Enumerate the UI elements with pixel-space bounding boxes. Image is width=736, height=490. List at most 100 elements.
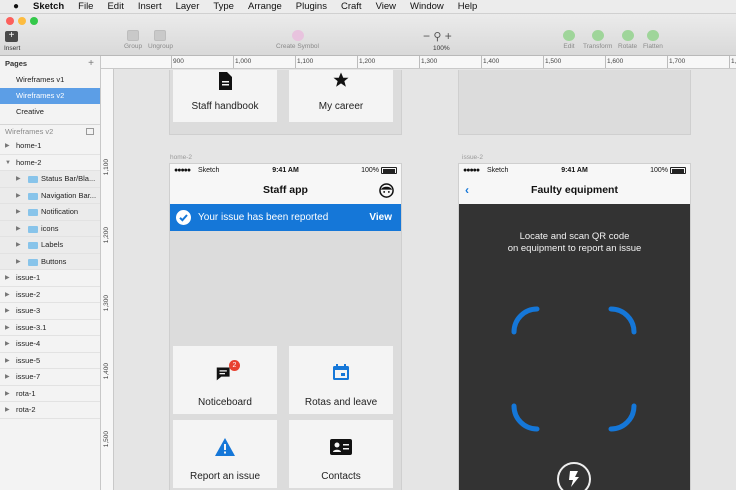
layer-item[interactable]: ▶ issue-4 — [0, 336, 100, 353]
banner-view-button[interactable]: View — [369, 204, 392, 231]
layer-item[interactable]: ▶ Status Bar/Bla... — [0, 171, 100, 188]
disclosure-right-icon[interactable]: ▶ — [16, 221, 21, 237]
layer-label: issue-3.1 — [16, 322, 47, 332]
layer-item[interactable]: ▶ issue-1 — [0, 270, 100, 287]
close-window-icon[interactable] — [6, 17, 14, 25]
disclosure-down-icon[interactable]: ▼ — [5, 155, 11, 171]
page-item-wireframes-v1[interactable]: Wireframes v1 — [0, 72, 100, 88]
artboard-issue-2[interactable]: ●●●●● Sketch 9:41 AM 100% ‹ Faulty equip… — [459, 164, 690, 490]
create-symbol-button[interactable]: Create Symbol — [276, 30, 319, 50]
canvas[interactable]: Staff handbook My career home-2 ●●●●● Sk… — [114, 70, 736, 490]
disclosure-right-icon[interactable]: ▶ — [5, 386, 10, 402]
ungroup-button[interactable]: Ungroup — [148, 30, 173, 50]
rotate-button[interactable]: Rotate — [618, 30, 637, 50]
zoom-control[interactable]: − ⚲ + — [423, 29, 452, 43]
ruler-tick — [419, 56, 420, 68]
instruction-line-1: Locate and scan QR code — [519, 231, 630, 242]
tile-noticeboard[interactable]: 2 Noticeboard — [173, 346, 277, 414]
minimize-window-icon[interactable] — [18, 17, 26, 25]
menu-craft[interactable]: Craft — [341, 1, 362, 12]
disclosure-right-icon[interactable]: ▶ — [16, 204, 21, 220]
ruler-tick — [357, 56, 358, 68]
layer-item[interactable]: ▶ issue-7 — [0, 369, 100, 386]
disclosure-right-icon[interactable]: ▶ — [5, 138, 10, 154]
layer-item[interactable]: ▶ icons — [0, 220, 100, 237]
menu-type[interactable]: Type — [213, 1, 234, 12]
layer-item[interactable]: ▶ Labels — [0, 237, 100, 254]
folder-icon — [28, 176, 38, 183]
menu-plugins[interactable]: Plugins — [296, 1, 327, 12]
disclosure-right-icon[interactable]: ▶ — [5, 353, 10, 369]
disclosure-right-icon[interactable]: ▶ — [16, 171, 21, 187]
tile-my-career[interactable]: My career — [289, 70, 393, 122]
layer-item[interactable]: ▶ home-1 — [0, 138, 100, 155]
disclosure-right-icon[interactable]: ▶ — [5, 270, 10, 286]
tile-rotas-and-leave[interactable]: Rotas and leave — [289, 346, 393, 414]
layer-item[interactable]: ▶ issue-3 — [0, 303, 100, 320]
artboard-name-home-2[interactable]: home-2 — [170, 154, 192, 161]
artboard-name-issue-2[interactable]: issue-2 — [462, 154, 483, 161]
menu-edit[interactable]: Edit — [107, 1, 123, 12]
layer-item[interactable]: ▶ issue-3.1 — [0, 320, 100, 336]
disclosure-right-icon[interactable]: ▶ — [5, 303, 10, 319]
notification-banner[interactable]: Your issue has been reported View — [170, 204, 401, 231]
layer-item[interactable]: ▼ home-2 — [0, 155, 100, 171]
menu-help[interactable]: Help — [458, 1, 478, 12]
star-icon — [289, 71, 393, 92]
zoom-out-icon[interactable]: − — [423, 29, 430, 43]
disclosure-right-icon[interactable]: ▶ — [16, 254, 21, 270]
face-icon[interactable] — [379, 183, 394, 203]
artboard-issue-1-partial[interactable] — [459, 70, 690, 134]
page-item-creative[interactable]: Creative — [0, 104, 100, 120]
tile-report-an-issue[interactable]: Report an issue — [173, 420, 277, 488]
tile-label: Staff handbook — [191, 101, 259, 112]
symbol-icon — [291, 30, 304, 41]
disclosure-right-icon[interactable]: ▶ — [16, 237, 21, 253]
disclosure-right-icon[interactable]: ▶ — [5, 336, 10, 352]
insert-button[interactable]: Insert — [4, 45, 20, 52]
menu-window[interactable]: Window — [410, 1, 444, 12]
menu-app-name[interactable]: Sketch — [33, 1, 64, 12]
menu-file[interactable]: File — [78, 1, 93, 12]
disclosure-right-icon[interactable]: ▶ — [5, 320, 10, 336]
ruler-label: 900 — [173, 58, 184, 65]
layer-item[interactable]: ▶ Buttons — [0, 253, 100, 270]
flash-button[interactable] — [557, 462, 591, 490]
collapse-layers-icon[interactable] — [86, 128, 94, 135]
flatten-button[interactable]: Flatten — [643, 30, 663, 50]
menu-layer[interactable]: Layer — [176, 1, 200, 12]
disclosure-right-icon[interactable]: ▶ — [5, 369, 10, 385]
zoom-in-icon[interactable]: + — [445, 29, 452, 43]
disclosure-right-icon[interactable]: ▶ — [5, 402, 10, 418]
layer-item[interactable]: ▶ Navigation Bar... — [0, 187, 100, 204]
scanner-view: Locate and scan QR code on equipment to … — [459, 204, 690, 490]
disclosure-right-icon[interactable]: ▶ — [5, 287, 10, 303]
group-button[interactable]: Group — [124, 30, 142, 50]
layer-item[interactable]: ▶ rota-1 — [0, 386, 100, 402]
edit-button[interactable]: Edit — [563, 30, 575, 50]
transform-button[interactable]: Transform — [583, 30, 612, 50]
artboard-home-1-partial[interactable]: Staff handbook My career — [170, 70, 401, 134]
menu-view[interactable]: View — [376, 1, 396, 12]
zoom-window-icon[interactable] — [30, 17, 38, 25]
layer-item[interactable]: ▶ rota-2 — [0, 402, 100, 419]
tile-staff-handbook[interactable]: Staff handbook — [173, 70, 277, 122]
insert-plus-icon[interactable]: + — [5, 31, 18, 42]
chat-icon — [173, 362, 277, 387]
edit-label: Edit — [563, 43, 575, 50]
layer-item[interactable]: ▶ issue-5 — [0, 353, 100, 369]
tile-contacts[interactable]: Contacts — [289, 420, 393, 488]
disclosure-right-icon[interactable]: ▶ — [16, 188, 21, 204]
add-page-icon[interactable]: + — [88, 56, 94, 72]
apple-icon[interactable]: ● — [9, 1, 23, 12]
menu-arrange[interactable]: Arrange — [248, 1, 282, 12]
page-item-wireframes-v2[interactable]: Wireframes v2 — [0, 88, 100, 104]
layers-sidebar: Pages + Wireframes v1 Wireframes v2 Crea… — [0, 56, 101, 490]
battery-icon — [670, 167, 686, 174]
menu-insert[interactable]: Insert — [138, 1, 162, 12]
status-bar: ●●●●● Sketch 9:41 AM 100% — [170, 164, 401, 177]
artboard-home-2[interactable]: ●●●●● Sketch 9:41 AM 100% Staff app Your… — [170, 164, 401, 490]
layer-item[interactable]: ▶ issue-2 — [0, 287, 100, 303]
layer-item[interactable]: ▶ Notification — [0, 204, 100, 221]
layer-label: Navigation Bar... — [41, 190, 97, 200]
